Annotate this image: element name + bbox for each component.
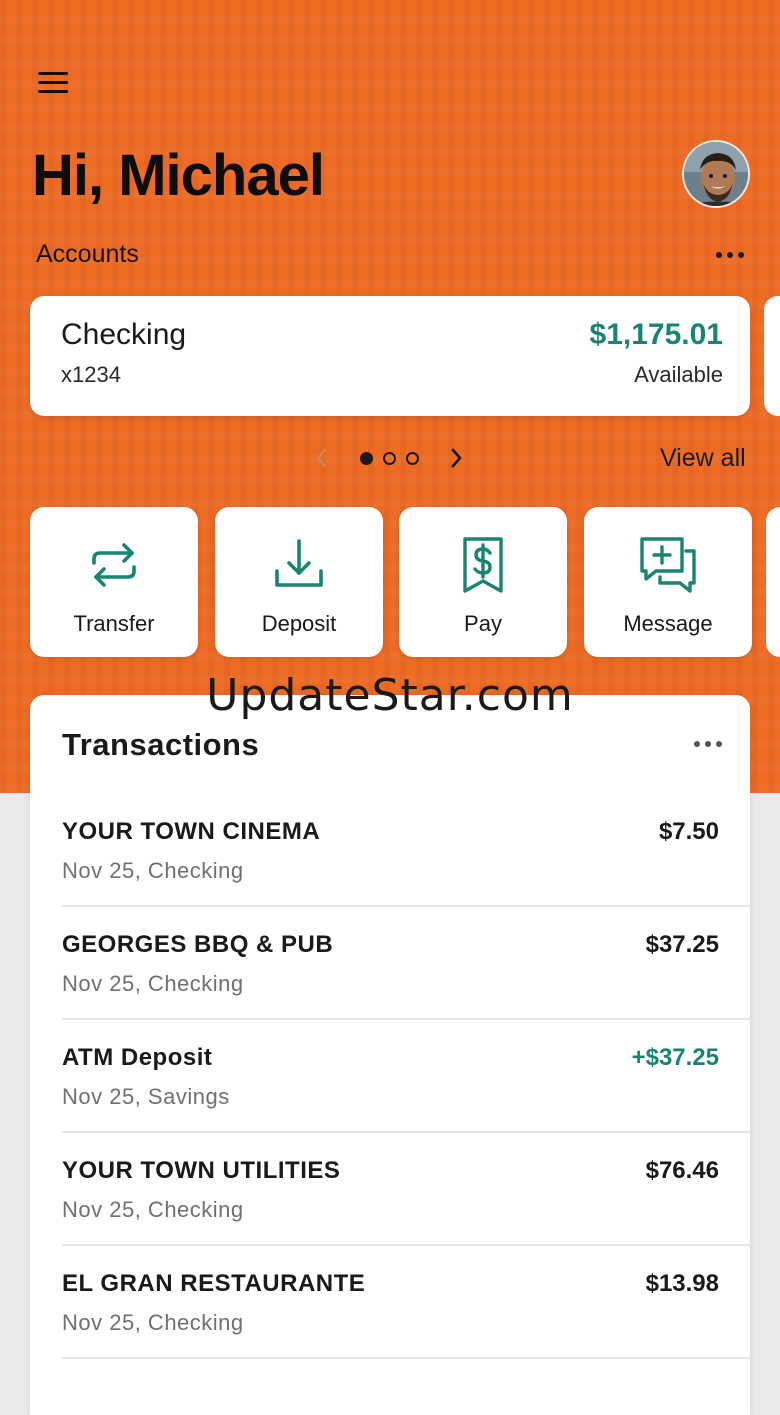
transaction-amount: $37.25 [645, 931, 719, 958]
transaction-amount: +$37.25 [631, 1044, 719, 1071]
pay-button[interactable]: Pay [399, 507, 567, 657]
transaction-merchant: EL GRAN RESTAURANTE [62, 1270, 366, 1297]
hamburger-menu-icon[interactable] [38, 72, 68, 94]
message-button[interactable]: Message [584, 507, 752, 657]
account-balance: $1,175.01 [589, 318, 723, 351]
avatar[interactable] [682, 140, 750, 208]
transfer-button[interactable]: Transfer [30, 507, 198, 657]
accounts-more-icon[interactable] [716, 252, 744, 258]
transaction-amount: $7.50 [658, 818, 719, 845]
transaction-merchant: ATM Deposit [62, 1044, 213, 1071]
transactions-more-icon[interactable] [694, 741, 722, 747]
transaction-amount: $76.46 [645, 1157, 719, 1184]
account-balance-caption: Available [634, 362, 723, 387]
message-label: Message [623, 611, 713, 636]
pager-dot-active[interactable] [360, 452, 373, 465]
next-action-peek[interactable] [766, 507, 780, 657]
account-number: x1234 [61, 362, 121, 387]
transfer-arrows-icon [82, 533, 146, 597]
row-divider [62, 1357, 750, 1359]
transaction-row[interactable]: YOUR TOWN CINEMA Nov 25, Checking $7.50 [30, 794, 750, 907]
bill-receipt-dollar-icon [451, 533, 515, 597]
transactions-panel: Transactions YOUR TOWN CINEMA Nov 25, Ch… [30, 695, 750, 1415]
deposit-label: Deposit [261, 611, 337, 636]
transaction-merchant: YOUR TOWN UTILITIES [62, 1157, 341, 1184]
deposit-button[interactable]: Deposit [215, 507, 383, 657]
next-account-card-peek[interactable] [764, 296, 780, 416]
message-plus-icon [636, 533, 700, 597]
transaction-row[interactable]: ATM Deposit Nov 25, Savings +$37.25 [30, 1020, 750, 1133]
transaction-amount: $13.98 [645, 1270, 719, 1297]
account-pager [310, 442, 470, 474]
pager-dot[interactable] [406, 452, 419, 465]
accounts-section-label: Accounts [36, 240, 139, 268]
transaction-meta: Nov 25, Checking [62, 1197, 244, 1222]
chevron-right-icon[interactable] [444, 446, 468, 470]
chevron-left-icon[interactable] [310, 446, 334, 470]
pager-dot[interactable] [383, 452, 396, 465]
account-card-checking[interactable]: Checking x1234 $1,175.01 Available [30, 296, 750, 416]
transaction-row[interactable]: EL GRAN RESTAURANTE Nov 25, Checking $13… [30, 1246, 750, 1359]
account-name: Checking [61, 318, 187, 351]
transaction-merchant: GEORGES BBQ & PUB [62, 931, 334, 958]
transaction-merchant: YOUR TOWN CINEMA [62, 818, 321, 845]
transfer-label: Transfer [73, 611, 155, 636]
view-all-accounts-link[interactable]: View all [660, 444, 746, 473]
transaction-meta: Nov 25, Checking [62, 971, 244, 996]
watermark-text: UpdateStar.com [206, 670, 574, 721]
pay-label: Pay [464, 611, 502, 636]
transactions-title: Transactions [62, 727, 260, 762]
deposit-download-icon [267, 533, 331, 597]
transaction-meta: Nov 25, Checking [62, 1310, 244, 1335]
transaction-row[interactable]: GEORGES BBQ & PUB Nov 25, Checking $37.2… [30, 907, 750, 1020]
transaction-meta: Nov 25, Checking [62, 858, 244, 883]
transaction-row[interactable]: YOUR TOWN UTILITIES Nov 25, Checking $76… [30, 1133, 750, 1246]
transaction-meta: Nov 25, Savings [62, 1084, 230, 1109]
greeting-title: Hi, Michael [32, 143, 325, 208]
